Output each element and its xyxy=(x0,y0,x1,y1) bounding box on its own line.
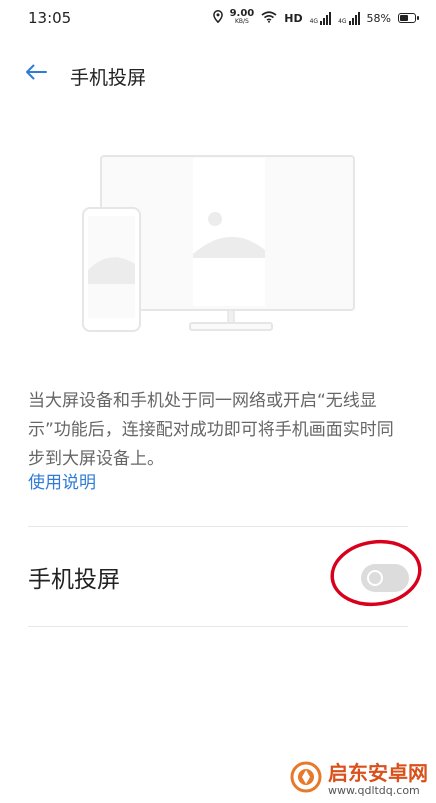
watermark-text: 启东安卓网 xyxy=(328,760,428,785)
hd-label: HD xyxy=(284,11,303,25)
app-header: 手机投屏 xyxy=(0,52,436,96)
divider-bottom xyxy=(28,626,408,627)
signal-icon-sim1: 4G xyxy=(309,11,332,25)
location-icon xyxy=(212,10,223,26)
watermark-logo-icon xyxy=(290,761,322,797)
screen-cast-toggle[interactable] xyxy=(361,564,409,592)
wifi-icon xyxy=(261,10,277,26)
watermark: 启东安卓网 www.qdltdq.com xyxy=(290,761,428,797)
screen-cast-label: 手机投屏 xyxy=(28,567,120,593)
screen-cast-illustration xyxy=(80,150,360,340)
usage-instructions-link[interactable]: 使用说明 xyxy=(28,469,96,498)
cast-description: 当大屏设备和手机处于同一网络或开启“无线显示”功能后，连接配对成功即可将手机画面… xyxy=(28,391,394,469)
back-button[interactable] xyxy=(22,60,50,88)
tv-and-phone-image xyxy=(82,155,355,332)
battery-percentage: 58% xyxy=(366,11,391,25)
status-bar: 13:05 9.00 KB/S HD 4G 4G 58% xyxy=(0,0,436,36)
back-arrow-icon xyxy=(25,64,47,84)
watermark-url: www.qdltdq.com xyxy=(328,783,420,797)
status-time: 13:05 xyxy=(28,9,72,27)
signal-label-sim2: 4G xyxy=(338,17,347,25)
network-speed: 9.00 KB/S xyxy=(229,8,255,26)
toggle-knob xyxy=(367,570,383,586)
network-speed-unit: KB/S xyxy=(234,18,249,25)
screen-cast-setting-row[interactable]: 手机投屏 xyxy=(0,527,436,626)
status-icons: 9.00 KB/S HD 4G 4G 58% xyxy=(212,8,419,28)
signal-icon-sim2: 4G xyxy=(338,11,360,25)
page-title: 手机投屏 xyxy=(70,67,147,89)
signal-label-sim1: 4G xyxy=(309,17,319,25)
network-speed-value: 9.00 xyxy=(229,8,255,19)
battery-level-fill xyxy=(400,15,408,21)
battery-icon xyxy=(398,13,419,23)
